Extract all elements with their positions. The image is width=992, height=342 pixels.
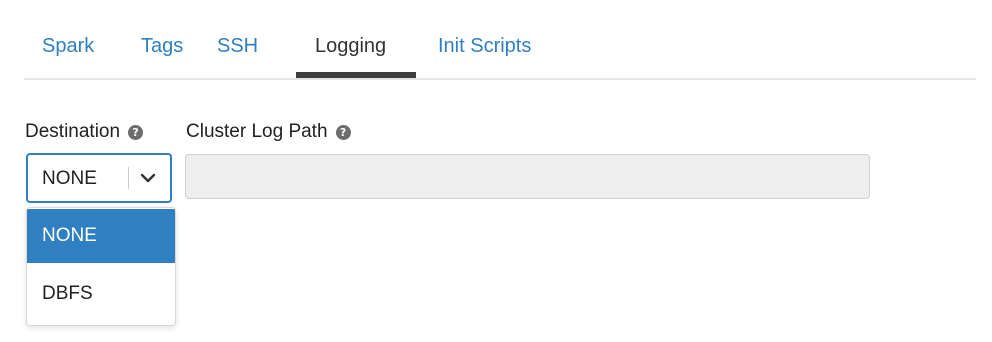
destination-label-text: Destination [25, 121, 121, 142]
cluster-log-path-label-text: Cluster Log Path [186, 121, 328, 142]
cluster-log-path-input[interactable] [185, 154, 870, 199]
option-none[interactable]: NONE [27, 209, 175, 263]
destination-label: Destination ? [25, 121, 144, 143]
tab-tags[interactable]: Tags [141, 34, 183, 58]
select-separator [128, 167, 129, 189]
chevron-down-icon[interactable] [138, 170, 158, 186]
tab-ssh[interactable]: SSH [217, 34, 258, 58]
tab-bar: Spark Tags SSH Logging Init Scripts [24, 0, 976, 80]
option-dbfs[interactable]: DBFS [27, 267, 175, 321]
destination-select-value: NONE [42, 168, 97, 189]
question-circle-icon[interactable]: ? [128, 124, 144, 140]
destination-select[interactable]: NONE [26, 153, 172, 203]
destination-dropdown-menu: NONE DBFS [26, 207, 176, 326]
tab-spark[interactable]: Spark [42, 34, 94, 58]
active-tab-indicator [296, 72, 416, 78]
cluster-log-path-label: Cluster Log Path ? [186, 121, 351, 143]
question-circle-icon[interactable]: ? [335, 124, 351, 140]
tab-logging[interactable]: Logging [315, 34, 386, 58]
tab-init-scripts[interactable]: Init Scripts [438, 34, 531, 58]
